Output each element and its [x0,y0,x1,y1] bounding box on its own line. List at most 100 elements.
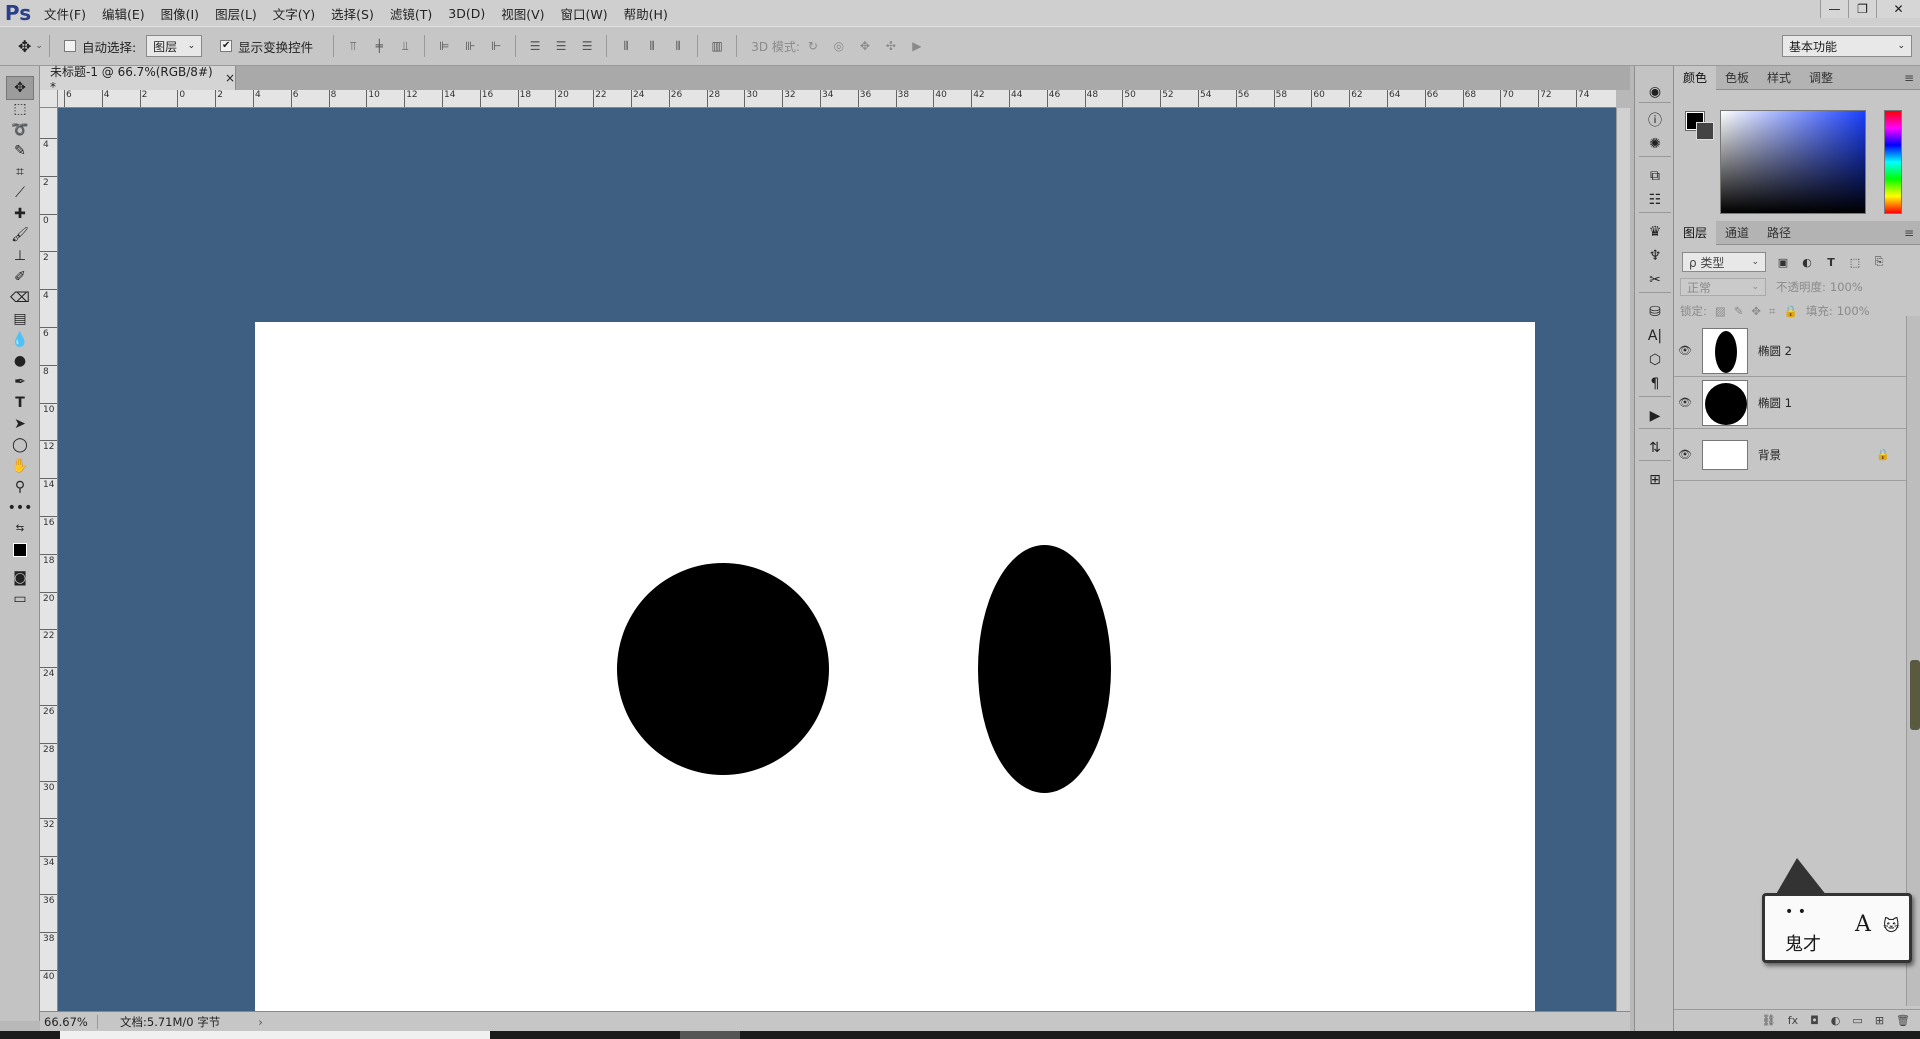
show-transform-checkbox[interactable]: ✔ [220,40,233,52]
tab-color[interactable]: 颜色 [1674,65,1717,90]
distribute-vcenter-icon[interactable]: ☰ [553,38,569,54]
align-right-icon[interactable]: ⊩ [488,38,504,54]
measurement-icon[interactable]: ⊞ [1641,468,1669,492]
timeline-icon[interactable]: ⇅ [1641,436,1669,460]
3d-icon[interactable]: ⬡ [1641,348,1669,372]
pan-3d-icon[interactable]: ✥ [857,38,873,54]
close-tab-icon[interactable]: × [225,71,235,85]
vertical-ruler[interactable]: 4 2 0 2 4 6 8 10 12 14 16 18 20 22 24 26 28 30 32 34 36 38 40 [40,108,58,1011]
tab-paths[interactable]: 路径 [1758,221,1800,245]
actions-icon[interactable]: ▶ [1641,404,1669,428]
ruler-origin[interactable] [40,90,58,108]
lock-transparent-icon[interactable]: ▨ [1715,304,1726,318]
layer-filter-dropdown[interactable]: ρ 类型 ⌄ [1682,252,1766,272]
filter-pixel-icon[interactable]: ▣ [1776,255,1790,269]
ellipse-shape[interactable] [978,545,1111,793]
adjustment-layer-icon[interactable]: ◐ [1831,1014,1841,1027]
background-color-swatch[interactable] [1696,122,1714,140]
lock-artboard-icon[interactable]: ⌗ [1769,304,1775,319]
blend-mode-dropdown[interactable]: 正常 ⌄ [1680,278,1766,296]
distribute-bottom-icon[interactable]: ☰ [579,38,595,54]
distribute-hcenter-icon[interactable]: ⦀ [644,38,660,54]
camera-3d-icon[interactable]: ▶ [909,38,925,54]
roll-3d-icon[interactable]: ◎ [831,38,847,54]
opacity-value[interactable]: 100% [1830,280,1863,294]
align-vcenter-icon[interactable]: ╪ [371,38,387,54]
panel-menu-icon[interactable]: ≡ [1904,226,1914,240]
align-left-icon[interactable]: ⊫ [436,38,452,54]
auto-align-icon[interactable]: ▥ [709,38,725,54]
show-transform-option[interactable]: ✔ 显示变换控件 [220,37,313,56]
menu-layer[interactable]: 图层(L) [207,4,265,23]
tool-presets-icon[interactable]: ✂ [1641,268,1669,292]
filter-adjustment-icon[interactable]: ◐ [1800,255,1814,269]
edge-handle[interactable] [1910,660,1920,730]
history-icon[interactable]: ◉ [1641,80,1669,104]
tab-channels[interactable]: 通道 [1716,221,1758,245]
new-group-icon[interactable]: ▭ [1852,1014,1862,1027]
taskbar-item[interactable] [680,1031,740,1039]
menu-window[interactable]: 窗口(W) [553,4,616,23]
panel-menu-icon[interactable]: ≡ [1904,71,1914,85]
vertical-scrollbar[interactable] [1616,108,1630,1011]
menu-help[interactable]: 帮助(H) [616,4,676,23]
color-swatches-icon[interactable] [6,538,34,562]
lock-position-icon[interactable]: ✥ [1751,304,1761,318]
info-icon[interactable]: ⓘ [1641,108,1669,132]
menu-edit[interactable]: 编辑(E) [94,4,153,23]
lock-all-icon[interactable]: 🔒 [1784,304,1798,318]
menu-3d[interactable]: 3D(D) [440,6,493,21]
character-styles-icon[interactable]: ⛁ [1641,300,1669,324]
align-top-icon[interactable]: ⫪ [345,38,361,54]
tab-swatches[interactable]: 色板 [1716,66,1758,90]
auto-select-option[interactable]: 自动选择: [63,37,136,56]
eye-icon[interactable]: 👁 [1674,396,1696,409]
distribute-right-icon[interactable]: ⦀ [670,38,686,54]
minimize-button[interactable]: — [1820,0,1848,18]
distribute-top-icon[interactable]: ☰ [527,38,543,54]
menu-image[interactable]: 图像(I) [153,4,207,23]
tab-layers[interactable]: 图层 [1674,220,1717,245]
layer-row-ellipse-1[interactable]: 👁 椭圆 1 [1674,377,1906,429]
navigator-icon[interactable]: ✺ [1641,132,1669,156]
fill-value[interactable]: 100% [1837,304,1870,318]
tab-styles[interactable]: 样式 [1758,66,1800,90]
align-hcenter-icon[interactable]: ⊪ [462,38,478,54]
filter-shape-icon[interactable]: ⬚ [1848,255,1862,269]
close-button[interactable]: ✕ [1876,0,1920,18]
paragraph-icon[interactable]: ¶ [1641,372,1669,396]
trash-icon[interactable]: 🗑 [1896,1014,1910,1027]
brush-presets-icon[interactable]: ♛ [1641,220,1669,244]
restore-button[interactable]: ❐ [1848,0,1876,18]
fx-icon[interactable]: fx [1788,1014,1798,1027]
auto-select-checkbox[interactable] [63,40,76,52]
color-picker-field[interactable] [1720,110,1866,214]
link-layers-icon[interactable]: ⛓ [1762,1014,1776,1027]
lock-pixels-icon[interactable]: ✎ [1734,304,1744,318]
workspace-dropdown[interactable]: 基本功能 ⌄ [1782,35,1912,57]
taskbar-item[interactable] [60,1031,490,1039]
align-bottom-icon[interactable]: ⫫ [397,38,413,54]
new-layer-icon[interactable]: ⊞ [1875,1014,1884,1027]
eye-icon[interactable]: 👁 [1674,344,1696,357]
brush-settings-icon[interactable]: ♆ [1641,244,1669,268]
document-canvas[interactable] [255,322,1535,1016]
tab-adjustments[interactable]: 调整 [1800,66,1842,90]
swap-colors-icon[interactable]: ⇆ [6,516,34,540]
horizontal-ruler[interactable]: 6 4 2 0 2 4 6 8 10 12 14 16 18 20 22 24 26 28 30 32 34 36 38 40… [58,90,1616,108]
menu-filter[interactable]: 滤镜(T) [382,4,440,23]
layer-row-ellipse-2[interactable]: 👁 椭圆 2 [1674,325,1906,377]
auto-select-target-dropdown[interactable]: 图层 ⌄ [146,35,203,57]
menu-type[interactable]: 文字(Y) [265,4,323,23]
document-tab[interactable]: 未标题-1 @ 66.7%(RGB/8#) * × [40,65,236,94]
character-icon[interactable]: A| [1641,324,1669,348]
status-menu-arrow[interactable]: › [258,1015,263,1029]
layer-row-background[interactable]: 👁 背景 🔒 [1674,429,1906,481]
circle-shape[interactable] [617,563,829,775]
pasteboard[interactable] [58,108,1616,1016]
menu-file[interactable]: 文件(F) [36,4,94,23]
eye-icon[interactable]: 👁 [1674,448,1696,461]
distribute-left-icon[interactable]: ⦀ [618,38,634,54]
screen-mode-icon[interactable]: ▭ [6,587,34,611]
filter-type-icon[interactable]: T [1824,255,1838,269]
